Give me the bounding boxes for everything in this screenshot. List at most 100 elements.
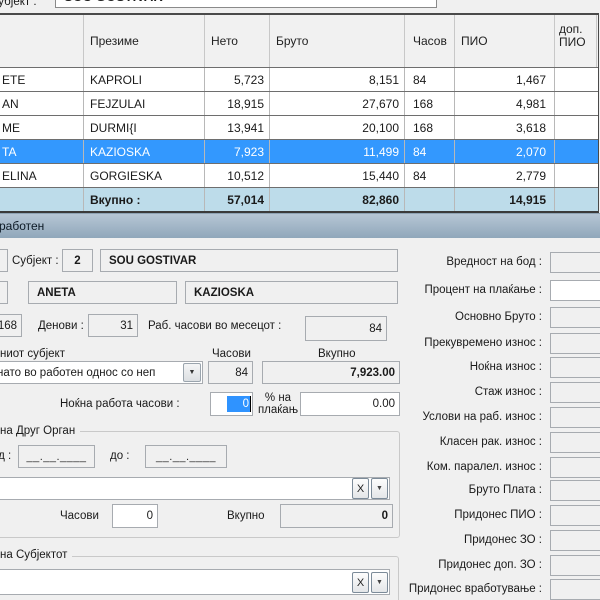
table-row[interactable]: ETE KAPROLI 5,723 8,151 84 1,467 bbox=[0, 68, 598, 92]
percent-pay-label: % на плаќањ bbox=[252, 392, 304, 416]
table-header-row: Презиме Нето Бруто Часов ПИО доп. ПИО bbox=[0, 15, 598, 68]
cell-pio: 2,779 bbox=[455, 164, 555, 187]
top-subject-label: Субјект : bbox=[0, 0, 37, 8]
last-name-field[interactable]: KAZIOSKA bbox=[185, 281, 398, 304]
combo-clear-button[interactable]: X bbox=[352, 572, 369, 593]
employee-panel-title: Вработен bbox=[0, 219, 44, 233]
table-row[interactable]: ME DURMI{I 13,941 20,100 168 3,618 bbox=[0, 116, 598, 140]
other-organ-combobox[interactable] bbox=[0, 477, 390, 500]
subject-code-field[interactable]: 2 bbox=[62, 249, 93, 272]
class-mgmt-amount-field[interactable] bbox=[550, 432, 600, 453]
subject-fragment-label: ниот субјект bbox=[0, 348, 65, 360]
other-total-field[interactable]: 0 bbox=[280, 504, 393, 528]
zo-contribution-field[interactable] bbox=[550, 530, 600, 551]
night-hours-input[interactable]: 0 bbox=[210, 392, 253, 416]
employment-total-field[interactable]: 7,923.00 bbox=[262, 361, 400, 384]
cell-gross: 11,499 bbox=[270, 140, 405, 163]
table-total-row: Вкупно : 57,014 82,860 14,915 bbox=[0, 188, 598, 211]
cell-dop-pio bbox=[555, 116, 597, 139]
work-hours-field[interactable]: 84 bbox=[305, 316, 387, 341]
total-column-label: Вкупно bbox=[318, 348, 356, 360]
selected-text: 0 bbox=[227, 396, 251, 412]
to-date-label: до : bbox=[110, 450, 130, 462]
from-date-field[interactable]: __.__.____ bbox=[18, 445, 95, 468]
cell-firstname: AN bbox=[0, 92, 84, 115]
cell-gross: 15,440 bbox=[270, 164, 405, 187]
payroll-window: Субјект : SOU GOSTIVAR Презиме Нето Брут… bbox=[0, 0, 600, 600]
seniority-amount-label: Стаж износ : bbox=[475, 386, 542, 398]
hours-168-field[interactable]: 168 bbox=[0, 314, 22, 337]
payment-percent-field[interactable] bbox=[550, 280, 600, 301]
col-header-pio[interactable]: ПИО bbox=[455, 15, 555, 67]
combo-clear-button[interactable]: X bbox=[352, 478, 369, 499]
other-hours-label: Часови bbox=[60, 510, 99, 522]
other-hours-field[interactable]: 0 bbox=[112, 504, 158, 528]
dop-zo-contribution-label: Придонес доп. ЗО : bbox=[438, 559, 542, 571]
to-date-field[interactable]: __.__.____ bbox=[145, 445, 227, 468]
total-label: Вкупно : bbox=[84, 188, 205, 211]
seniority-amount-field[interactable] bbox=[550, 382, 600, 403]
cell-dop-pio bbox=[555, 68, 597, 91]
base-gross-field[interactable] bbox=[550, 307, 600, 328]
parallel-amount-field[interactable] bbox=[550, 457, 600, 478]
cell-firstname: ELINA bbox=[0, 164, 84, 187]
cell-gross: 8,151 bbox=[270, 68, 405, 91]
overtime-amount-field[interactable] bbox=[550, 333, 600, 354]
cell-net: 10,512 bbox=[205, 164, 270, 187]
employment-contribution-label: Придонес вработување : bbox=[409, 583, 542, 595]
table-row[interactable]: ELINA GORGIESKA 10,512 15,440 84 2,779 bbox=[0, 164, 598, 188]
dop-zo-contribution-field[interactable] bbox=[550, 555, 600, 576]
top-subject-value: SOU GOSTIVAR bbox=[64, 0, 163, 4]
total-net: 57,014 bbox=[205, 188, 270, 211]
cell-dop-pio bbox=[555, 140, 597, 163]
gross-salary-field[interactable] bbox=[550, 480, 600, 501]
employment-dropdown[interactable]: нато во работен однос со неп bbox=[0, 361, 203, 384]
group-subject-label: на Субјектот bbox=[0, 549, 72, 561]
table-row-selected[interactable]: TA KAZIOSKA 7,923 11,499 84 2,070 bbox=[0, 140, 598, 164]
table-row[interactable]: AN FEJZULAI 18,915 27,670 168 4,981 bbox=[0, 92, 598, 116]
parallel-amount-label: Ком. паралел. износ : bbox=[427, 461, 542, 473]
col-header-hours[interactable]: Часов bbox=[405, 15, 455, 67]
employment-hours-field[interactable]: 84 bbox=[208, 361, 253, 384]
top-subject-field[interactable]: SOU GOSTIVAR bbox=[55, 0, 437, 8]
pio-contribution-label: Придонес ПИО : bbox=[454, 509, 542, 521]
subject-name-field[interactable]: SOU GOSTIVAR bbox=[100, 249, 398, 272]
hours-column-label: Часови bbox=[212, 348, 251, 360]
cell-hours: 168 bbox=[405, 92, 455, 115]
dropdown-arrow-icon[interactable] bbox=[183, 363, 201, 382]
col-header-surname[interactable]: Презиме bbox=[84, 15, 205, 67]
night-amount-field[interactable] bbox=[550, 357, 600, 378]
night-work-label: Ноќна работа часови : bbox=[60, 398, 180, 410]
cell-firstname: ME bbox=[0, 116, 84, 139]
employment-contribution-field[interactable] bbox=[550, 579, 600, 600]
work-conditions-amount-field[interactable] bbox=[550, 407, 600, 428]
pio-contribution-field[interactable] bbox=[550, 505, 600, 526]
cell-hours: 84 bbox=[405, 140, 455, 163]
cell-net: 18,915 bbox=[205, 92, 270, 115]
col-header-net[interactable]: Нето bbox=[205, 15, 270, 67]
col-header-gross[interactable]: Бруто bbox=[270, 15, 405, 67]
percent-pay-field[interactable]: 0.00 bbox=[300, 392, 400, 416]
cell-pio: 4,981 bbox=[455, 92, 555, 115]
overtime-amount-label: Прекувремено износ : bbox=[424, 337, 542, 349]
cell-surname: DURMI{I bbox=[84, 116, 205, 139]
total-empty bbox=[0, 188, 84, 211]
days-field[interactable]: 31 bbox=[88, 314, 138, 337]
value-per-point-field[interactable] bbox=[550, 252, 600, 273]
combo-arrow-button[interactable] bbox=[371, 572, 388, 593]
cell-hours: 84 bbox=[405, 68, 455, 91]
cell-gross: 20,100 bbox=[270, 116, 405, 139]
work-hours-label: Раб. часови во месецот : bbox=[148, 320, 281, 332]
cell-surname: KAZIOSKA bbox=[84, 140, 205, 163]
col-header-firstname[interactable] bbox=[0, 15, 84, 67]
col-header-dop-pio[interactable]: доп. ПИО bbox=[555, 15, 597, 67]
subject-combobox[interactable] bbox=[0, 569, 390, 595]
zo-contribution-label: Придонес ЗО : bbox=[464, 534, 542, 546]
combo-arrow-button[interactable] bbox=[371, 478, 388, 499]
first-name-field[interactable]: ANETA bbox=[28, 281, 177, 304]
night-amount-label: Ноќна износ : bbox=[470, 361, 542, 373]
days-label: Денови : bbox=[38, 320, 84, 332]
cell-pio: 3,618 bbox=[455, 116, 555, 139]
cell-hours: 84 bbox=[405, 164, 455, 187]
cell-surname: GORGIESKA bbox=[84, 164, 205, 187]
